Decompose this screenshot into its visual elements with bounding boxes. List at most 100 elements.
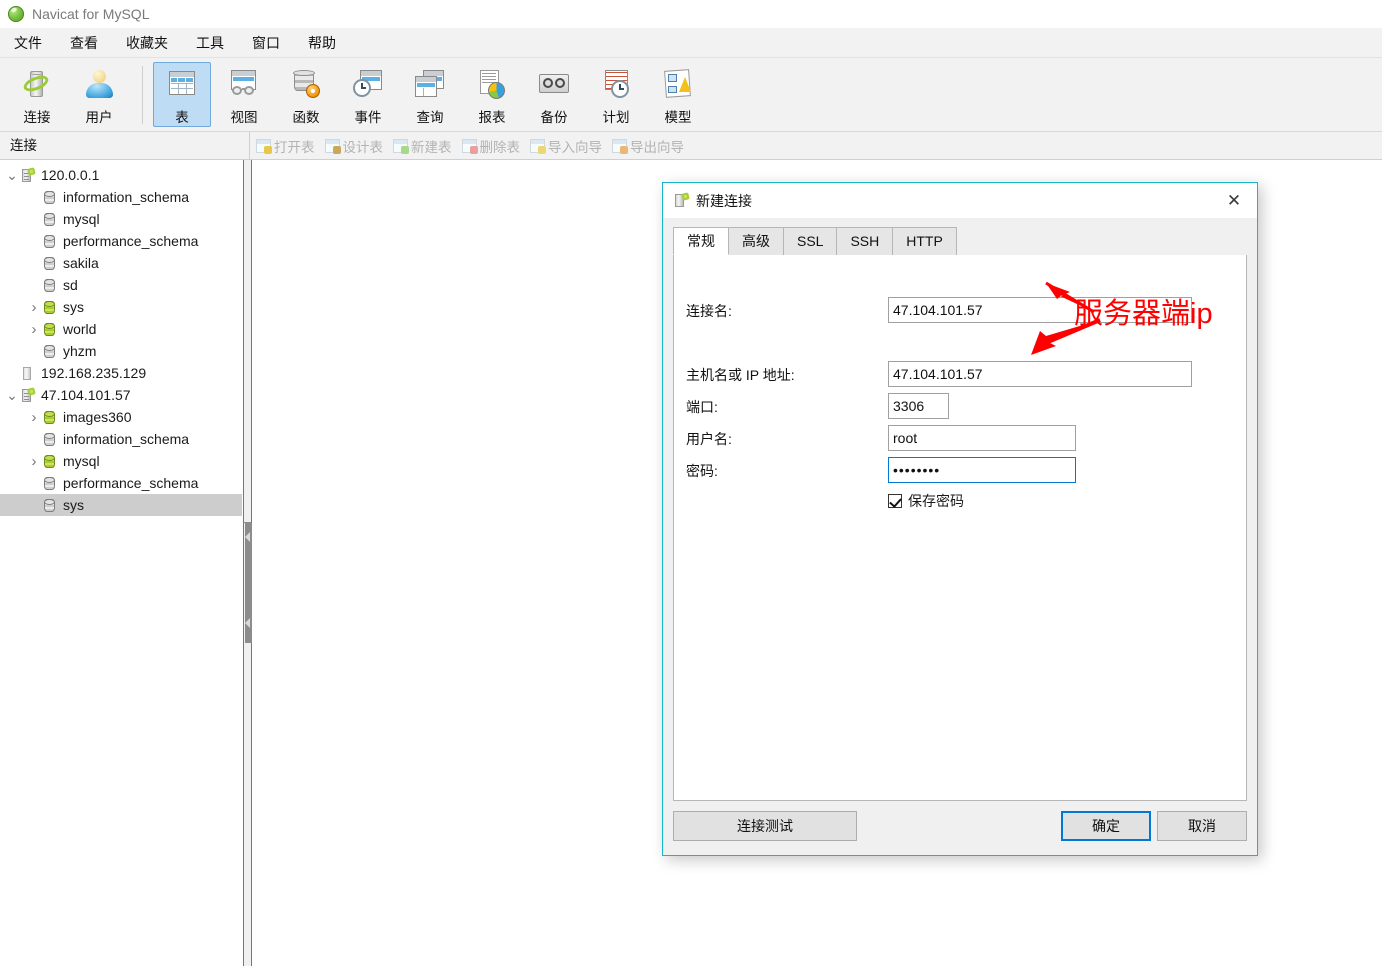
toolbar-button-event[interactable]: 事件: [339, 62, 397, 127]
tree-item[interactable]: › mysql: [0, 450, 242, 472]
tree-item-label: performance_schema: [63, 475, 199, 491]
toolbar-button-model[interactable]: 模型: [649, 62, 707, 127]
username-input[interactable]: [888, 425, 1076, 451]
delete-table-button[interactable]: 删除表: [461, 136, 521, 156]
tree-item[interactable]: sys: [0, 494, 242, 516]
toolbar-button-backup[interactable]: 备份: [525, 62, 583, 127]
toolbar-button-user[interactable]: 用户: [70, 62, 128, 127]
event-icon: [351, 69, 385, 101]
save-password-label: 保存密码: [908, 493, 964, 509]
tree-item[interactable]: performance_schema: [0, 230, 242, 252]
host-ip-label: 主机名或 IP 地址:: [686, 367, 795, 383]
tree-item[interactable]: ⌄ 120.0.0.1: [0, 164, 242, 186]
export-wizard-button[interactable]: 导出向导: [612, 136, 684, 156]
chevron-down-icon[interactable]: ⌄: [4, 388, 20, 402]
menu-tools[interactable]: 工具: [182, 28, 238, 58]
toolbar-button-connection[interactable]: 连接: [8, 62, 66, 127]
tree-item[interactable]: sd: [0, 274, 242, 296]
host-ip-input[interactable]: [888, 361, 1192, 387]
connection-name-input[interactable]: [888, 297, 1192, 323]
tree-item[interactable]: 192.168.235.129: [0, 362, 242, 384]
password-input[interactable]: [888, 457, 1076, 483]
toolbar-label: 视图: [230, 110, 258, 125]
connections-tree-panel: ⌄ 120.0.0.1 information_schema mysql perf…: [0, 160, 243, 966]
tab-general[interactable]: 常规: [673, 227, 729, 255]
tree-item[interactable]: › sys: [0, 296, 242, 318]
tree-item[interactable]: performance_schema: [0, 472, 242, 494]
menu-view[interactable]: 查看: [56, 28, 112, 58]
database-grey-icon: [42, 476, 57, 491]
connection-name-label: 连接名:: [686, 303, 732, 319]
tree-item[interactable]: mysql: [0, 208, 242, 230]
tree-item[interactable]: information_schema: [0, 428, 242, 450]
splitter-collapse-down-icon: [245, 618, 250, 628]
tab-ssl[interactable]: SSL: [783, 227, 838, 255]
tree-item[interactable]: ⌄ 47.104.101.57: [0, 384, 242, 406]
design-table-button[interactable]: 设计表: [324, 136, 383, 156]
chevron-right-icon[interactable]: ›: [26, 453, 42, 470]
tree-item[interactable]: information_schema: [0, 186, 242, 208]
toolbar-button-function[interactable]: 函数: [277, 62, 335, 127]
cancel-button[interactable]: 取消: [1157, 811, 1247, 841]
field-row-port: 端口:: [686, 397, 718, 417]
tree-item[interactable]: › images360: [0, 406, 242, 428]
toolbar-button-report[interactable]: 报表: [463, 62, 521, 127]
menu-help[interactable]: 帮助: [294, 28, 350, 58]
panel-splitter[interactable]: [243, 160, 252, 966]
new-table-button[interactable]: 新建表: [393, 136, 452, 156]
menu-file[interactable]: 文件: [0, 28, 56, 58]
database-grey-icon: [42, 190, 57, 205]
tree-item[interactable]: sakila: [0, 252, 242, 274]
ok-button[interactable]: 确定: [1061, 811, 1151, 841]
tab-ssh[interactable]: SSH: [836, 227, 894, 255]
toolbar-button-table[interactable]: 表: [153, 62, 211, 127]
password-label: 密码:: [686, 463, 718, 479]
chevron-right-icon[interactable]: ›: [26, 409, 42, 426]
report-icon: [475, 69, 509, 101]
tree-item-label: sys: [63, 299, 84, 315]
database-green-icon: [42, 410, 57, 425]
chevron-right-icon[interactable]: ›: [26, 299, 42, 316]
menu-favorites[interactable]: 收藏夹: [112, 28, 182, 58]
toolbar-label: 模型: [664, 110, 692, 125]
open-table-button[interactable]: 打开表: [256, 136, 315, 156]
tab-http[interactable]: HTTP: [892, 227, 957, 255]
dialog-title: 新建连接: [696, 192, 752, 209]
db-action-label: 删除表: [479, 139, 521, 155]
design-table-icon: [324, 138, 341, 154]
toolbar-button-view[interactable]: 视图: [215, 62, 273, 127]
toolbar-button-query[interactable]: 查询: [401, 62, 459, 127]
chevron-right-icon[interactable]: ›: [26, 321, 42, 338]
toolbar-label: 函数: [292, 110, 320, 125]
database-grey-icon: [42, 234, 57, 249]
field-row-username: 用户名:: [686, 429, 732, 449]
toolbar-separator: [142, 66, 143, 124]
navicat-logo-icon: [8, 5, 24, 22]
field-row-host-ip: 主机名或 IP 地址:: [686, 365, 795, 385]
menu-window[interactable]: 窗口: [238, 28, 294, 58]
tree-item[interactable]: › world: [0, 318, 242, 340]
port-label: 端口:: [686, 399, 718, 415]
toolbar-label: 报表: [478, 110, 506, 125]
save-password-checkbox[interactable]: 保存密码: [888, 491, 964, 511]
import-wizard-button[interactable]: 导入向导: [530, 136, 602, 156]
toolbar-label: 查询: [416, 110, 444, 125]
main-toolbar: 连接 用户 表 视图 函数 事件 查询 报表 备份 计划 模型: [0, 58, 1382, 132]
port-input[interactable]: [888, 393, 949, 419]
tree-item[interactable]: yhzm: [0, 340, 242, 362]
tree-item-label: 192.168.235.129: [41, 365, 147, 381]
chevron-down-icon[interactable]: ⌄: [4, 168, 20, 182]
toolbar-button-schedule[interactable]: 计划: [587, 62, 645, 127]
connections-tree[interactable]: ⌄ 120.0.0.1 information_schema mysql perf…: [0, 160, 242, 516]
connections-pane-title: 连接: [0, 131, 250, 160]
test-connection-button[interactable]: 连接测试: [673, 811, 857, 841]
close-icon[interactable]: ✕: [1211, 183, 1257, 218]
tree-item-label: images360: [63, 409, 132, 425]
tab-advanced[interactable]: 高级: [728, 227, 784, 255]
database-grey-icon: [42, 432, 57, 447]
